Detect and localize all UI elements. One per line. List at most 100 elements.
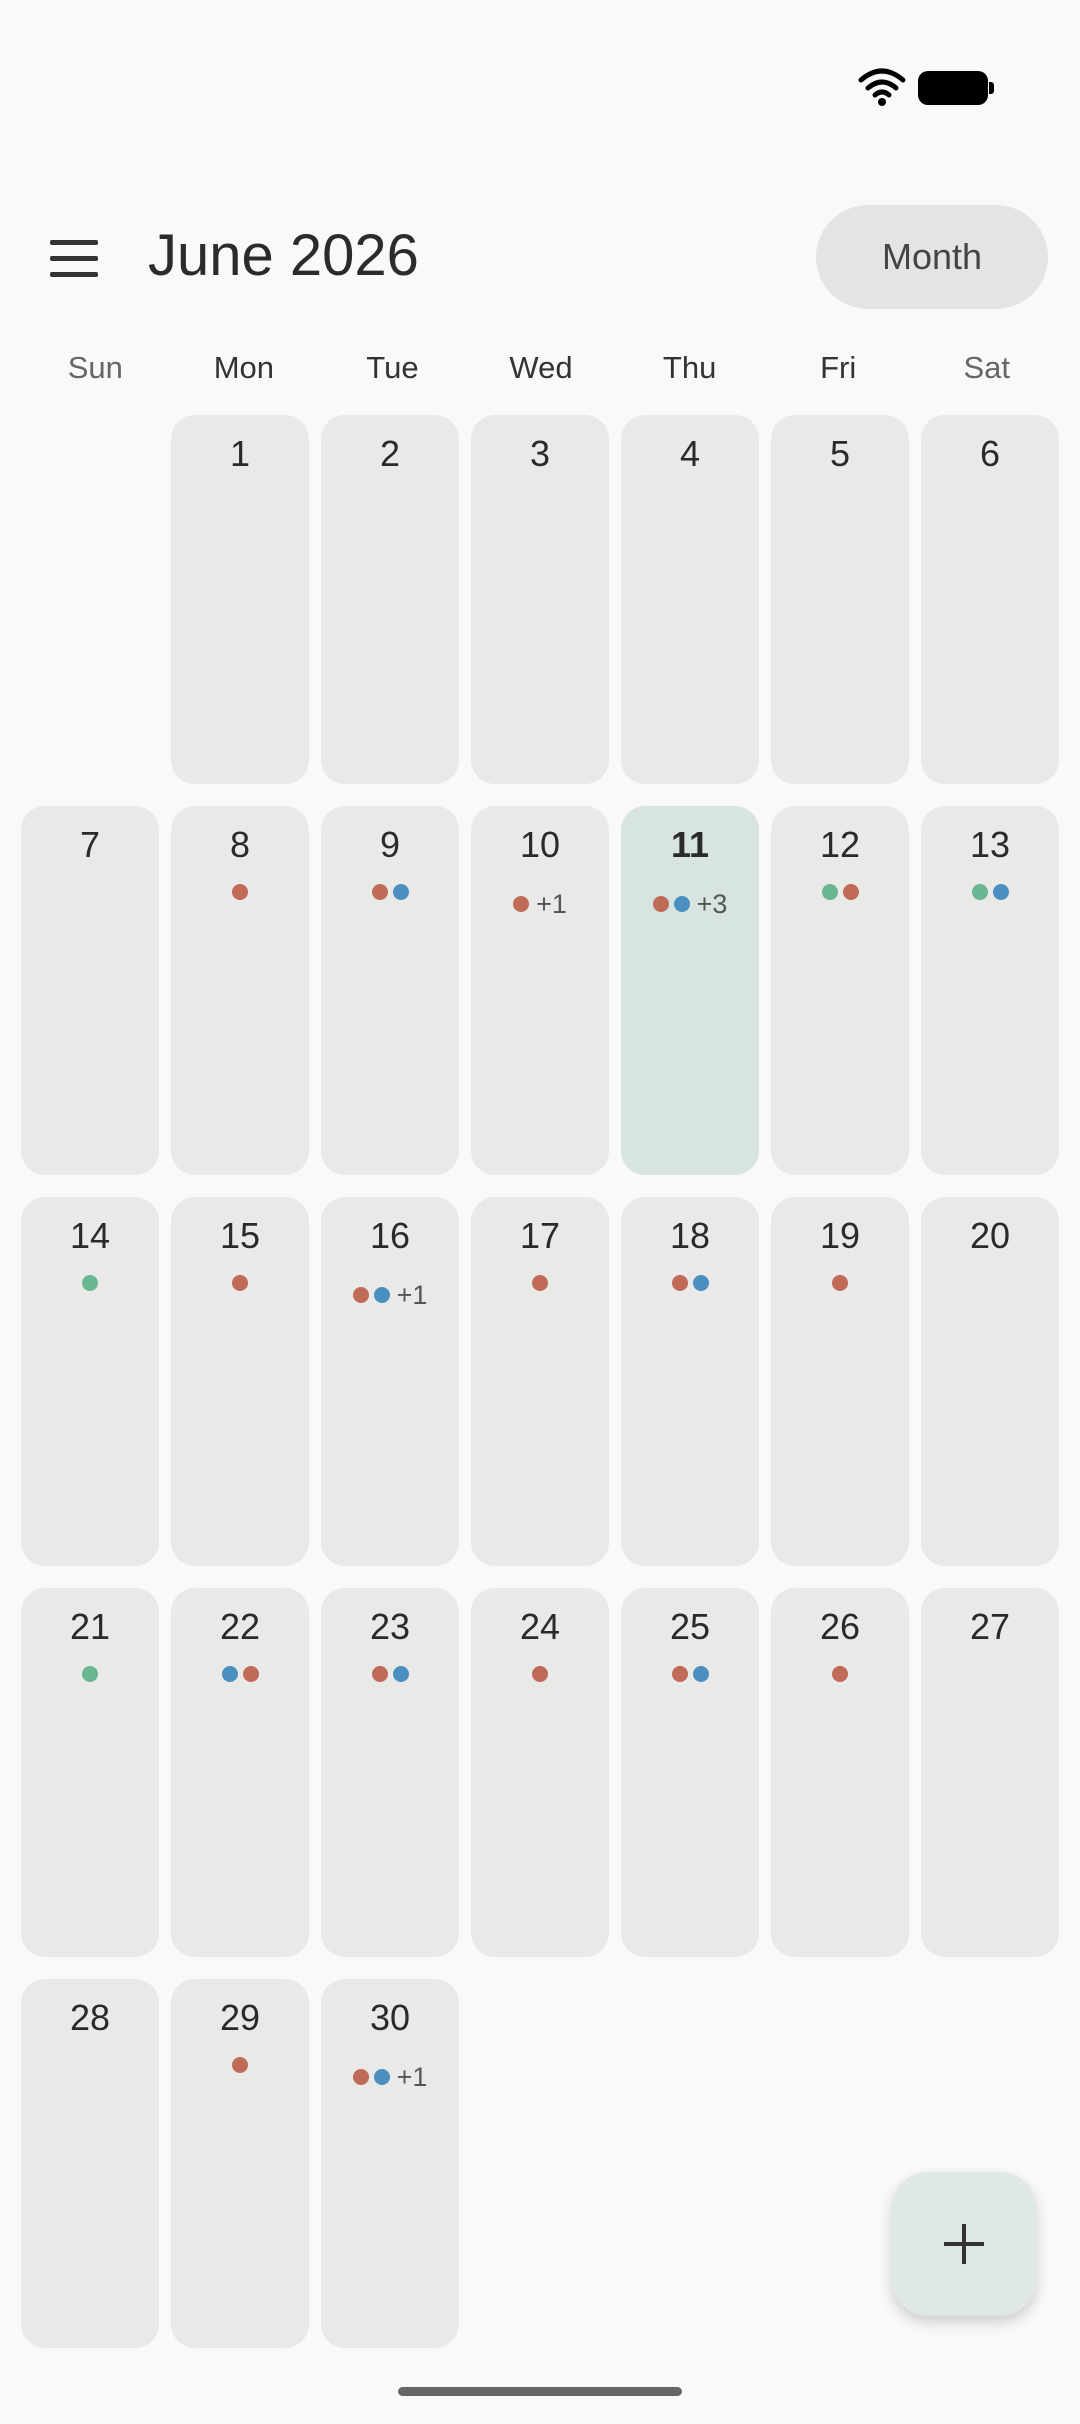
event-dot-green [82,1275,98,1291]
day-number: 17 [519,1215,561,1256]
day-number: 6 [979,433,1001,474]
day-cell[interactable]: 30 +1 [321,1979,459,2348]
day-cell[interactable]: 20 [921,1197,1059,1566]
weekday-label: Fri [820,350,857,385]
event-dot-blue [392,884,409,900]
more-events-count: +3 [696,888,728,919]
event-dot-red [371,1666,388,1682]
day-number: 15 [219,1215,261,1256]
day-cell[interactable]: 12 [771,806,909,1175]
event-dot-blue [692,1275,709,1291]
event-dot-green [82,1666,98,1682]
event-dot-red [371,884,388,900]
weekday-label: Thu [662,350,717,385]
day-cell[interactable]: 17 [471,1197,609,1566]
event-indicators [471,1662,609,1686]
event-indicators [771,880,909,904]
event-indicators [321,1662,459,1686]
wifi-icon [858,68,906,106]
day-cell[interactable]: 27 [921,1588,1059,1957]
day-cell-today[interactable]: 11 +3 [621,806,759,1175]
event-indicators [171,880,309,904]
event-dot-blue [392,1666,409,1682]
day-number: 27 [969,1606,1011,1647]
home-indicator[interactable] [398,2387,682,2396]
day-cell[interactable]: 25 [621,1588,759,1957]
day-number: 3 [529,433,551,474]
day-cell[interactable]: 29 [171,1979,309,2348]
event-indicators [321,880,459,904]
weekday-label: Tue [366,350,419,385]
day-number: 10 [519,824,561,865]
day-number: 29 [219,1997,261,2038]
day-cell[interactable]: 15 [171,1197,309,1566]
event-dot-blue [992,884,1009,900]
day-cell[interactable]: 6 [921,415,1059,784]
day-cell[interactable]: 23 [321,1588,459,1957]
event-dot-blue [373,1287,390,1303]
view-mode-button[interactable]: Month [816,205,1048,309]
event-indicators: +3 [621,889,759,919]
day-cell[interactable]: 2 [321,415,459,784]
event-indicators [171,2053,309,2077]
day-cell[interactable]: 16 +1 [321,1197,459,1566]
plus-icon [944,2224,984,2264]
day-number: 9 [379,824,401,865]
event-dot-red [352,2069,369,2085]
day-number: 14 [69,1215,111,1256]
day-cell[interactable]: 4 [621,415,759,784]
day-number: 12 [819,824,861,865]
day-cell[interactable]: 9 [321,806,459,1175]
day-cell[interactable]: 21 [21,1588,159,1957]
weekday-header: Sun Mon Tue Wed Thu Fri Sat [21,350,1061,394]
page-title: June 2026 [148,223,419,288]
day-number: 11 [670,824,710,865]
day-number: 28 [69,1997,111,2038]
day-number: 20 [969,1215,1011,1256]
event-dot-red [232,1275,248,1291]
day-cell[interactable]: 10 +1 [471,806,609,1175]
day-cell[interactable]: 18 [621,1197,759,1566]
day-number: 30 [369,1997,411,2038]
day-number: 24 [519,1606,561,1647]
event-dot-red [532,1275,548,1291]
event-dot-red [671,1666,688,1682]
weekday-label: Mon [213,350,275,385]
day-number: 7 [79,824,101,865]
more-events-count: +1 [396,2061,428,2092]
day-cell[interactable]: 22 [171,1588,309,1957]
event-dot-red [842,884,859,900]
day-cell[interactable]: 8 [171,806,309,1175]
day-cell[interactable]: 26 [771,1588,909,1957]
day-cell[interactable]: 5 [771,415,909,784]
event-indicators [171,1271,309,1295]
menu-button[interactable] [40,226,108,288]
event-dot-green [971,884,988,900]
event-dot-red [532,1666,548,1682]
day-cell[interactable]: 13 [921,806,1059,1175]
event-dot-red [832,1275,848,1291]
add-event-button[interactable] [892,2172,1036,2316]
day-number: 8 [229,824,251,865]
event-dot-blue [673,896,690,912]
event-indicators [621,1662,759,1686]
event-indicators [621,1271,759,1295]
event-indicators [171,1662,309,1686]
event-indicators [771,1271,909,1295]
event-dot-red [242,1666,259,1682]
day-cell[interactable]: 1 [171,415,309,784]
day-number: 18 [669,1215,711,1256]
event-dot-red [671,1275,688,1291]
event-indicators: +1 [321,2062,459,2092]
day-cell[interactable]: 7 [21,806,159,1175]
battery-icon [918,71,994,105]
day-cell[interactable]: 24 [471,1588,609,1957]
day-cell[interactable]: 14 [21,1197,159,1566]
day-cell[interactable]: 19 [771,1197,909,1566]
day-cell[interactable]: 28 [21,1979,159,2348]
day-number: 22 [219,1606,261,1647]
day-cell[interactable]: 3 [471,415,609,784]
event-dot-red [832,1666,848,1682]
day-number: 2 [379,433,401,474]
weekday-label: Sat [963,350,1011,385]
